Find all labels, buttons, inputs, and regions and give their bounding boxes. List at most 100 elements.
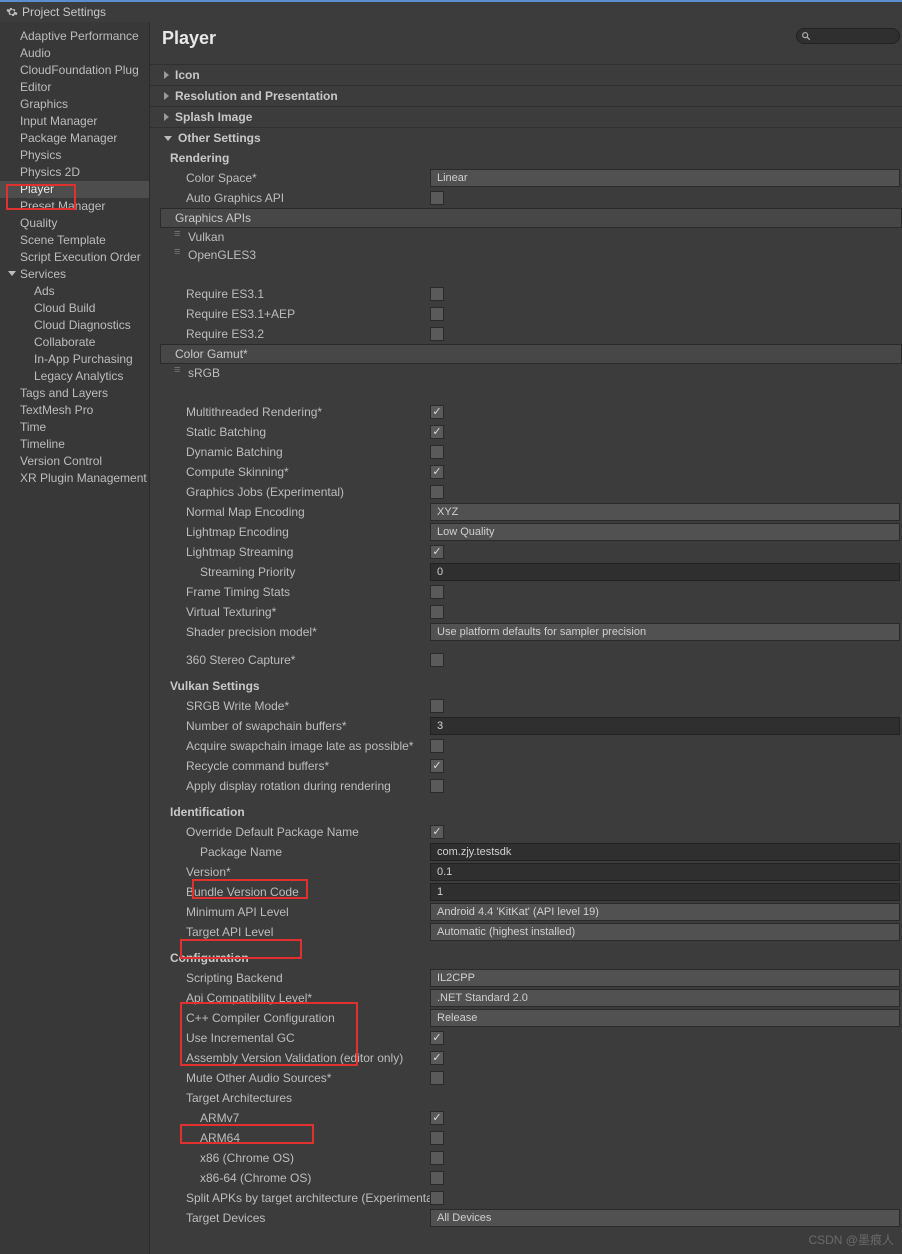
req-es31-checkbox[interactable] xyxy=(430,287,444,301)
armv7-checkbox[interactable] xyxy=(430,1111,444,1125)
shader-prec-dropdown[interactable]: Use platform defaults for sampler precis… xyxy=(430,623,900,641)
lm-enc-dropdown[interactable]: Low Quality xyxy=(430,523,900,541)
acquire-checkbox[interactable] xyxy=(430,739,444,753)
static-batch-label: Static Batching xyxy=(160,425,430,439)
sidebar-item[interactable]: Editor xyxy=(0,79,149,96)
compat-dropdown[interactable]: .NET Standard 2.0 xyxy=(430,989,900,1007)
sidebar-item[interactable]: Package Manager xyxy=(0,130,149,147)
foldout-other[interactable]: Other Settings xyxy=(150,127,902,148)
dyn-batch-checkbox[interactable] xyxy=(430,445,444,459)
static-batch-checkbox[interactable] xyxy=(430,425,444,439)
color-space-label: Color Space* xyxy=(160,171,430,185)
version-field[interactable]: 0.1 xyxy=(430,863,900,881)
sidebar-item[interactable]: Ads xyxy=(0,283,149,300)
mute-checkbox[interactable] xyxy=(430,1071,444,1085)
stream-prio-field[interactable]: 0 xyxy=(430,563,900,581)
gjobs-checkbox[interactable] xyxy=(430,485,444,499)
sidebar-item[interactable]: Tags and Layers xyxy=(0,385,149,402)
apply-rot-checkbox[interactable] xyxy=(430,779,444,793)
x86-checkbox[interactable] xyxy=(430,1151,444,1165)
foldout-icon[interactable]: Icon xyxy=(150,64,902,85)
req-es32-label: Require ES3.2 xyxy=(160,327,430,341)
package-name-field[interactable]: com.zjy.testsdk xyxy=(430,843,900,861)
arm64-checkbox[interactable] xyxy=(430,1131,444,1145)
auto-api-checkbox[interactable] xyxy=(430,191,444,205)
sidebar-item[interactable]: Timeline xyxy=(0,436,149,453)
sidebar-item[interactable]: Audio xyxy=(0,45,149,62)
multithread-label: Multithreaded Rendering* xyxy=(160,405,430,419)
multithread-checkbox[interactable] xyxy=(430,405,444,419)
stereo-checkbox[interactable] xyxy=(430,653,444,667)
lm-stream-checkbox[interactable] xyxy=(430,545,444,559)
incgc-checkbox[interactable] xyxy=(430,1031,444,1045)
req-es32-checkbox[interactable] xyxy=(430,327,444,341)
color-gamut-header: Color Gamut* xyxy=(160,344,902,364)
sidebar-item[interactable]: Scene Template xyxy=(0,232,149,249)
sidebar-item-services[interactable]: Services xyxy=(0,266,149,283)
cpp-label: C++ Compiler Configuration xyxy=(160,1011,430,1025)
recycle-checkbox[interactable] xyxy=(430,759,444,773)
dyn-batch-label: Dynamic Batching xyxy=(160,445,430,459)
backend-dropdown[interactable]: IL2CPP xyxy=(430,969,900,987)
sidebar-item[interactable]: Cloud Diagnostics xyxy=(0,317,149,334)
sidebar-item[interactable]: TextMesh Pro xyxy=(0,402,149,419)
x8664-checkbox[interactable] xyxy=(430,1171,444,1185)
graphics-apis-header: Graphics APIs xyxy=(160,208,902,228)
search-icon xyxy=(801,31,811,41)
sidebar-item[interactable]: Graphics xyxy=(0,96,149,113)
identification-header: Identification xyxy=(160,802,902,822)
sidebar-item[interactable]: Collaborate xyxy=(0,334,149,351)
asmval-checkbox[interactable] xyxy=(430,1051,444,1065)
version-label: Version* xyxy=(160,865,430,879)
chevron-right-icon xyxy=(164,71,169,79)
virt-tex-checkbox[interactable] xyxy=(430,605,444,619)
sidebar-item[interactable]: Preset Manager xyxy=(0,198,149,215)
override-pkg-label: Override Default Package Name xyxy=(160,825,430,839)
backend-label: Scripting Backend xyxy=(160,971,430,985)
split-checkbox[interactable] xyxy=(430,1191,444,1205)
sidebar-item[interactable]: Adaptive Performance xyxy=(0,28,149,45)
bundle-field[interactable]: 1 xyxy=(430,883,900,901)
sidebar-item[interactable]: Script Execution Order xyxy=(0,249,149,266)
foldout-splash[interactable]: Splash Image xyxy=(150,106,902,127)
list-item[interactable]: Vulkan xyxy=(160,228,902,246)
virt-tex-label: Virtual Texturing* xyxy=(160,605,430,619)
list-item[interactable]: sRGB xyxy=(160,364,902,382)
foldout-resolution[interactable]: Resolution and Presentation xyxy=(150,85,902,106)
compute-skin-checkbox[interactable] xyxy=(430,465,444,479)
search-input[interactable] xyxy=(796,28,900,44)
sidebar-item[interactable]: CloudFoundation Plug xyxy=(0,62,149,79)
chevron-right-icon xyxy=(164,92,169,100)
tdev-dropdown[interactable]: All Devices xyxy=(430,1209,900,1227)
swap-field[interactable]: 3 xyxy=(430,717,900,735)
min-api-dropdown[interactable]: Android 4.4 'KitKat' (API level 19) xyxy=(430,903,900,921)
sidebar-item[interactable]: In-App Purchasing xyxy=(0,351,149,368)
override-pkg-checkbox[interactable] xyxy=(430,825,444,839)
stereo-label: 360 Stereo Capture* xyxy=(160,653,430,667)
sidebar-item[interactable]: Version Control xyxy=(0,453,149,470)
srgb-label: SRGB Write Mode* xyxy=(160,699,430,713)
srgb-checkbox[interactable] xyxy=(430,699,444,713)
sidebar-item[interactable]: Physics xyxy=(0,147,149,164)
tdev-label: Target Devices xyxy=(160,1211,430,1225)
list-item[interactable]: OpenGLES3 xyxy=(160,246,902,264)
sidebar-item[interactable]: Quality xyxy=(0,215,149,232)
sidebar-item[interactable]: Time xyxy=(0,419,149,436)
sidebar-item[interactable]: Physics 2D xyxy=(0,164,149,181)
titlebar: Project Settings xyxy=(0,0,902,22)
sidebar-item[interactable]: Cloud Build xyxy=(0,300,149,317)
req-es31aep-checkbox[interactable] xyxy=(430,307,444,321)
normal-enc-dropdown[interactable]: XYZ xyxy=(430,503,900,521)
target-api-dropdown[interactable]: Automatic (highest installed) xyxy=(430,923,900,941)
shader-prec-label: Shader precision model* xyxy=(160,625,430,639)
sidebar-item[interactable]: XR Plugin Management xyxy=(0,470,149,487)
window-title: Project Settings xyxy=(22,1,106,23)
sidebar-item[interactable]: Input Manager xyxy=(0,113,149,130)
cpp-dropdown[interactable]: Release xyxy=(430,1009,900,1027)
apply-rot-label: Apply display rotation during rendering xyxy=(160,779,430,793)
sidebar-item-player[interactable]: Player xyxy=(0,181,149,198)
bundle-label: Bundle Version Code xyxy=(160,885,430,899)
frame-timing-checkbox[interactable] xyxy=(430,585,444,599)
sidebar-item[interactable]: Legacy Analytics xyxy=(0,368,149,385)
color-space-dropdown[interactable]: Linear xyxy=(430,169,900,187)
